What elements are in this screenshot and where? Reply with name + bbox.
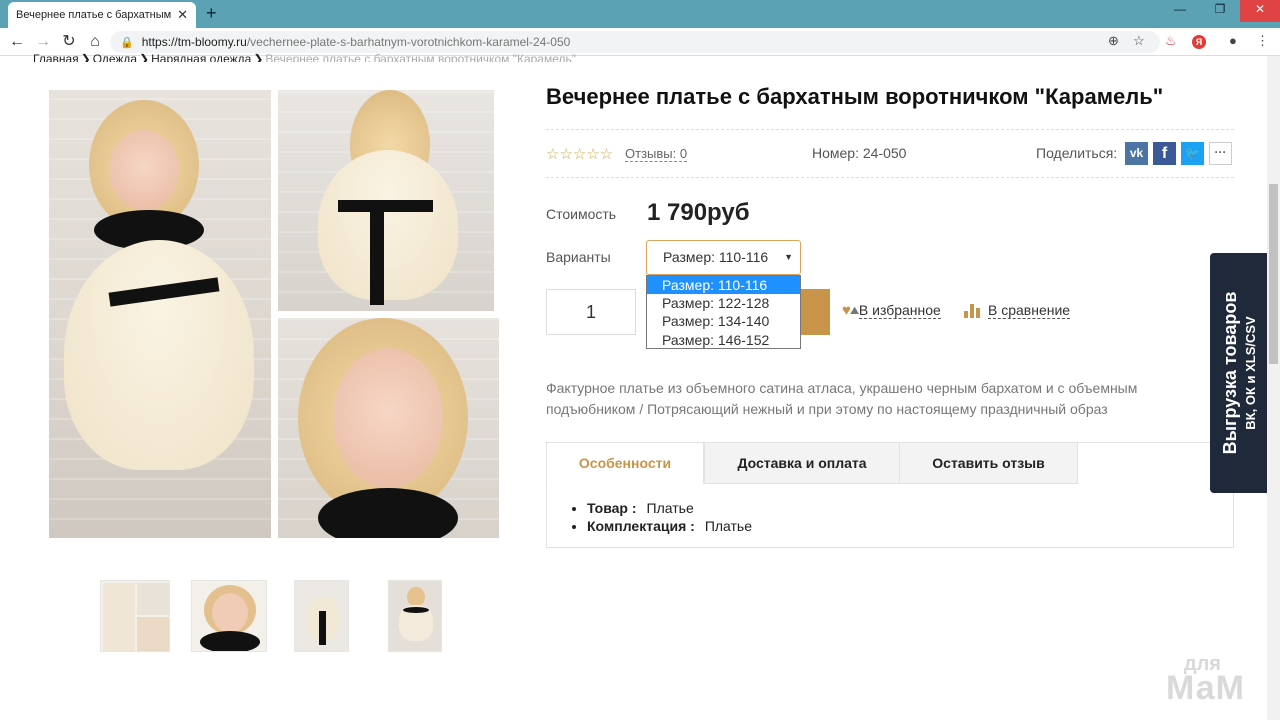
close-tab-icon[interactable]: ✕ <box>177 7 188 23</box>
restore-icon[interactable]: ❐ <box>1200 0 1240 22</box>
scrollbar-thumb[interactable] <box>1269 184 1278 364</box>
tab-title: Вечернее платье с бархатным в <box>16 9 174 21</box>
bar-chart-icon <box>964 303 980 318</box>
minimize-icon[interactable]: — <box>1160 0 1200 22</box>
feature-name: Товар : <box>587 500 637 516</box>
home-icon[interactable]: ⌂ <box>84 32 106 52</box>
page-scrollbar[interactable] <box>1267 56 1280 720</box>
menu-icon[interactable]: ⋮ <box>1256 33 1269 49</box>
share-label: Поделиться: <box>1036 145 1118 161</box>
price: 1 790руб <box>647 199 750 226</box>
add-to-compare-link[interactable]: В сравнение <box>964 302 1071 319</box>
breadcrumb-clothes[interactable]: Одежда <box>93 52 137 62</box>
lock-icon: 🔒 <box>120 36 134 49</box>
variants-label: Варианты <box>546 249 611 265</box>
divider <box>546 129 1234 130</box>
divider <box>546 177 1234 178</box>
tab-features[interactable]: Особенности <box>546 442 704 484</box>
feature-item: Комплектация : Платье <box>587 517 752 535</box>
extension-icon[interactable]: ♨ <box>1165 33 1177 49</box>
close-window-icon[interactable]: ✕ <box>1240 0 1280 22</box>
breadcrumb-current: Вечернее платье с бархатным воротничком … <box>265 52 577 62</box>
address-bar[interactable]: 🔒 https://tm-bloomy.ru/vechernee-plate-s… <box>110 31 1160 53</box>
favorites-label: В избранное <box>858 302 941 319</box>
thumbnail-1[interactable] <box>100 580 170 652</box>
reload-icon[interactable]: ↻ <box>58 32 80 52</box>
product-photo-closeup[interactable] <box>278 318 499 538</box>
variant-option[interactable]: Размер: 146-152 <box>647 331 800 349</box>
forward-icon[interactable]: → <box>32 32 54 52</box>
url-host: https://tm-bloomy.ru <box>141 35 247 49</box>
variant-dropdown: Размер: 110-116 Размер: 122-128 Размер: … <box>646 275 801 349</box>
facebook-share-icon[interactable]: f <box>1153 142 1176 165</box>
variant-selected-value: Размер: 110-116 <box>663 249 769 265</box>
product-tabs: Особенности Доставка и оплата Оставить о… <box>546 442 1234 548</box>
watermark-line2: МаМ <box>1166 669 1245 707</box>
yandex-extension-icon[interactable]: Я <box>1192 35 1206 49</box>
url-path: /vechernee-plate-s-barhatnym-vorotnichko… <box>246 35 571 49</box>
sku-label: Номер: 24-050 <box>812 145 907 161</box>
breadcrumb-home[interactable]: Главная <box>33 52 79 62</box>
heart-icon: ♥ <box>842 302 851 319</box>
banner-subtitle: ВК, ОК и XLS/CSV <box>1243 316 1258 430</box>
product-photo-main[interactable] <box>49 90 271 538</box>
breadcrumb-party-clothes[interactable]: Нарядная одежда <box>151 52 251 62</box>
feature-name: Комплектация : <box>587 518 695 534</box>
rating-stars-icon[interactable]: ☆☆☆☆☆ <box>546 145 613 163</box>
feature-value: Платье <box>704 518 753 534</box>
banner-title: Выгрузка товаров <box>1220 291 1240 455</box>
product-description: Фактурное платье из объемного сатина атл… <box>546 380 1138 417</box>
product-title: Вечернее платье с бархатным воротничком … <box>546 84 1164 109</box>
quantity-input[interactable]: 1 <box>546 289 636 335</box>
chevron-down-icon: ▼ <box>784 252 793 262</box>
tab-delivery[interactable]: Доставка и оплата <box>704 442 900 484</box>
more-share-icon[interactable]: ··· <box>1209 142 1232 165</box>
new-tab-icon[interactable]: + <box>206 4 217 22</box>
breadcrumb: Главная ❯ Одежда ❯ Нарядная одежда ❯ Вечернее … <box>33 52 576 62</box>
variant-option[interactable]: Размер: 110-116 <box>647 276 800 295</box>
feature-value: Платье <box>646 500 694 516</box>
back-icon[interactable]: ← <box>6 32 28 52</box>
zoom-icon[interactable]: ⊕ <box>1108 33 1119 49</box>
variant-option[interactable]: Размер: 122-128 <box>647 294 800 312</box>
thumbnail-2[interactable] <box>191 580 267 652</box>
thumbnail-4[interactable] <box>388 580 442 652</box>
variant-option[interactable]: Размер: 134-140 <box>647 312 800 330</box>
browser-tab[interactable]: ⛰ Вечернее платье с бархатным в ✕ <box>8 2 859 317</box>
watermark: для МаМ <box>1166 652 1245 707</box>
variant-select[interactable]: Размер: 110-116 ▼ <box>646 240 801 275</box>
vk-share-icon[interactable]: vk <box>1125 142 1148 165</box>
price-label: Стоимость <box>546 206 617 222</box>
export-banner[interactable]: Выгрузка товаров ВК, ОК и XLS/CSV <box>1210 253 1268 493</box>
features-list: Товар : Платье Комплектация : Платье <box>571 499 752 535</box>
bookmark-star-icon[interactable]: ☆ <box>1133 33 1145 49</box>
add-to-cart-button[interactable] <box>801 289 830 335</box>
twitter-share-icon[interactable]: 🐦 <box>1181 142 1204 165</box>
product-photo-back[interactable] <box>278 90 494 311</box>
reviews-link[interactable]: Отзывы: 0 <box>625 146 688 162</box>
feature-item: Товар : Платье <box>587 499 752 517</box>
thumbnail-3[interactable] <box>294 580 349 652</box>
profile-icon[interactable]: ● <box>1229 33 1237 48</box>
tab-review[interactable]: Оставить отзыв <box>899 442 1078 484</box>
add-to-favorites-link[interactable]: ♥ В избранное <box>842 302 941 319</box>
compare-label: В сравнение <box>988 302 1071 319</box>
browser-tabbar: ⛰ Вечернее платье с бархатным в ✕ + — ❐ … <box>0 0 1280 317</box>
